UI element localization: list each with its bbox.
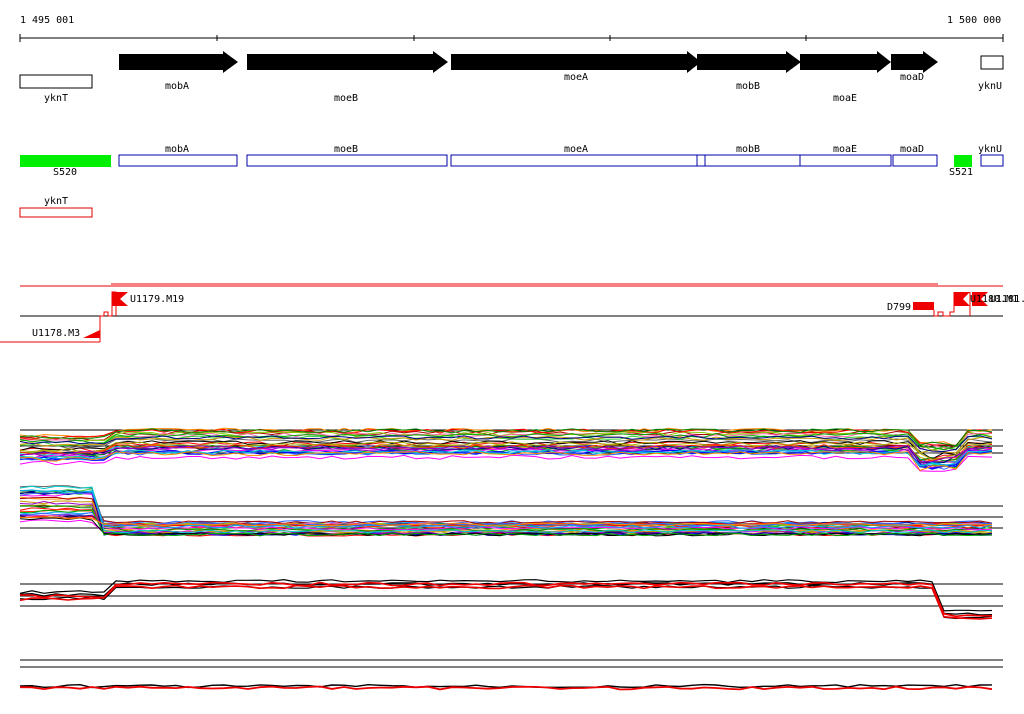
region-label-moaE: moaE bbox=[833, 144, 857, 155]
promoter-flag-U1178[interactable] bbox=[83, 330, 100, 338]
feature-label-U1181: U1181. bbox=[990, 294, 1024, 305]
feature-label-D799: D799 bbox=[887, 302, 911, 313]
region-moaD[interactable] bbox=[892, 154, 938, 167]
gene-arrow-moaE[interactable] bbox=[800, 51, 891, 73]
ruler-end-label: 1 500 000 bbox=[947, 15, 1001, 26]
gene-label-mobA: mobA bbox=[165, 81, 189, 92]
feature-connector-right bbox=[933, 292, 955, 317]
expression-profile-line bbox=[19, 584, 993, 620]
expression-track-4 bbox=[19, 659, 1003, 691]
gene-arrow-moaD[interactable] bbox=[891, 51, 938, 73]
region-yknU[interactable] bbox=[980, 154, 1004, 167]
expression-track-1 bbox=[19, 427, 1003, 472]
feature-track: U1179.M19 U1178.M3 D799 U1180.M1 U1181. bbox=[0, 283, 1024, 343]
expression-profile-line bbox=[19, 490, 993, 527]
gene-arrow-moeB[interactable] bbox=[247, 51, 448, 73]
expression-profile-line bbox=[19, 451, 993, 472]
expression-profile-line bbox=[19, 450, 993, 470]
gene-label-yknU: yknU bbox=[978, 81, 1002, 92]
gene-label-yknT: yknT bbox=[44, 93, 68, 104]
gene-arrow-moeA[interactable] bbox=[451, 51, 701, 73]
region-mobB[interactable] bbox=[704, 154, 801, 167]
expression-profile-line bbox=[19, 496, 993, 525]
feature-label-U1179: U1179.M19 bbox=[130, 294, 184, 305]
region-moaE[interactable] bbox=[799, 154, 892, 167]
promoter-flag-U1180[interactable] bbox=[954, 292, 970, 306]
gene-label-moeB: moeB bbox=[334, 93, 358, 104]
expression-profile-line bbox=[19, 454, 993, 472]
feature-label-U1178: U1178.M3 bbox=[32, 328, 80, 339]
region-label-moaD: moaD bbox=[900, 144, 924, 155]
region-moeB[interactable] bbox=[246, 154, 448, 167]
genome-browser-view: 1 495 001 1 500 000 yknT mobA moeB moeA … bbox=[0, 15, 1024, 691]
promoter-flag-U1179[interactable] bbox=[112, 292, 128, 306]
gene-box-yknU[interactable] bbox=[980, 55, 1004, 70]
coordinate-ruler: 1 495 001 1 500 000 bbox=[19, 15, 1004, 42]
region-label-S521: S521 bbox=[949, 167, 973, 178]
expression-track-3 bbox=[19, 578, 1003, 620]
gene-label-moaD: moaD bbox=[900, 72, 924, 83]
region-label-mobB: mobB bbox=[736, 144, 760, 155]
region-overlap bbox=[696, 154, 706, 167]
lower-gene-yknT[interactable] bbox=[19, 207, 93, 218]
gene-label-moeA: moeA bbox=[564, 72, 588, 83]
region-track: S520 mobA moeB moeA mobB moaE moaD S521 … bbox=[19, 144, 1004, 218]
expression-profile-line bbox=[19, 584, 993, 620]
gene-box-yknT[interactable] bbox=[19, 74, 93, 89]
region-S521[interactable] bbox=[954, 155, 972, 167]
expression-profile-line bbox=[19, 492, 993, 527]
lower-gene-label-yknT: yknT bbox=[44, 196, 68, 207]
gene-label-moaE: moaE bbox=[833, 93, 857, 104]
gene-track: yknT mobA moeB moeA mobB moaE moaD yknU bbox=[19, 51, 1004, 104]
expression-track-2 bbox=[19, 485, 1003, 537]
gene-label-mobB: mobB bbox=[736, 81, 760, 92]
region-label-S520: S520 bbox=[53, 167, 77, 178]
region-label-moeB: moeB bbox=[334, 144, 358, 155]
region-S520[interactable] bbox=[20, 155, 111, 167]
expression-profile-line bbox=[19, 491, 993, 527]
gene-arrow-mobA[interactable] bbox=[119, 51, 238, 73]
ruler-start-label: 1 495 001 bbox=[20, 15, 74, 26]
region-mobA[interactable] bbox=[118, 154, 238, 167]
terminator-D799[interactable] bbox=[913, 302, 934, 310]
region-label-mobA: mobA bbox=[165, 144, 189, 155]
region-moeA[interactable] bbox=[450, 154, 700, 167]
gene-arrow-mobB[interactable] bbox=[697, 51, 801, 73]
region-label-yknU: yknU bbox=[978, 144, 1002, 155]
region-label-moeA: moeA bbox=[564, 144, 588, 155]
